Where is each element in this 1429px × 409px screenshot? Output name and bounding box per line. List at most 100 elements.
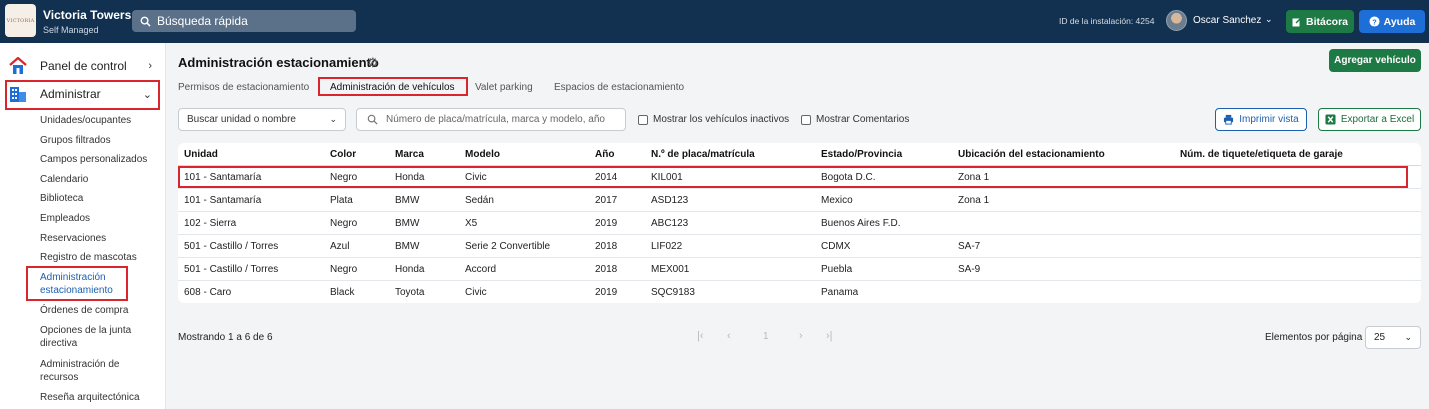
cell-plate: SQC9183 <box>651 287 695 298</box>
table-row[interactable]: 501 - Castillo / Torres Negro Honda Acco… <box>178 258 1421 281</box>
print-view-button[interactable]: Imprimir vista <box>1215 108 1307 131</box>
tab-permisos[interactable]: Permisos de estacionamiento <box>178 82 309 93</box>
bitacora-button[interactable]: Bitácora <box>1286 10 1354 33</box>
cell-make: Toyota <box>395 287 425 298</box>
column-header[interactable]: Marca <box>395 149 424 160</box>
cell-state: Mexico <box>821 195 853 206</box>
cell-year: 2017 <box>595 195 618 206</box>
table-row[interactable]: 608 - Caro Black Toyota Civic 2019 SQC91… <box>178 281 1421 303</box>
results-count: Mostrando 1 a 6 de 6 <box>178 332 273 343</box>
page-number[interactable]: 1 <box>763 331 769 342</box>
sidebar-item-campos[interactable]: Campos personalizados <box>40 153 160 166</box>
user-name[interactable]: Oscar Sanchez <box>1193 15 1261 26</box>
brand: Victoria Towers Self Managed <box>43 8 131 35</box>
cell-color: Black <box>330 287 355 298</box>
cell-year: 2019 <box>595 218 618 229</box>
first-page-icon[interactable]: |‹ <box>697 330 704 342</box>
app-name: Victoria Towers <box>43 8 132 22</box>
tab-valet[interactable]: Valet parking <box>475 82 533 93</box>
cell-model: Civic <box>465 287 487 298</box>
sidebar-item-mascotas[interactable]: Registro de mascotas <box>40 251 160 264</box>
column-header[interactable]: N.º de placa/matrícula <box>651 149 755 160</box>
cell-location: Zona 1 <box>958 195 990 206</box>
next-page-icon[interactable]: › <box>799 330 803 342</box>
prev-page-icon[interactable]: ‹ <box>727 330 731 342</box>
sidebar-item-panel[interactable]: Panel de control › <box>8 53 158 79</box>
gear-icon[interactable]: ⚙ <box>367 55 379 71</box>
cell-model: X5 <box>465 218 478 229</box>
cell-make: BMW <box>395 195 420 206</box>
sidebar-item-unidades[interactable]: Unidades/ocupantes <box>40 114 160 127</box>
sidebar-item-reservaciones[interactable]: Reservaciones <box>40 232 160 245</box>
home-icon <box>8 57 28 75</box>
table-header-row: Unidad Color Marca Modelo Año N.º de pla… <box>178 143 1421 166</box>
show-inactive-checkbox[interactable]: Mostrar los vehículos inactivos <box>638 114 789 125</box>
cell-plate: ABC123 <box>651 218 689 229</box>
cell-location: SA-7 <box>958 241 981 252</box>
cell-unit: 501 - Castillo / Torres <box>184 264 279 275</box>
installation-id: ID de la instalación: 4254 <box>1059 16 1155 26</box>
cell-unit: 608 - Caro <box>184 287 232 298</box>
sidebar-item-recursos[interactable]: Administración de recursos <box>40 358 140 384</box>
chevron-down-icon: ⌄ <box>1404 332 1412 342</box>
cell-state: CDMX <box>821 241 851 252</box>
cell-year: 2019 <box>595 287 618 298</box>
column-header[interactable]: Año <box>595 149 614 160</box>
column-header[interactable]: Núm. de tiquete/etiqueta de garaje <box>1180 149 1343 160</box>
plate-search-input[interactable]: Número de placa/matrícula, marca y model… <box>356 108 626 131</box>
cell-model: Serie 2 Convertible <box>465 241 551 252</box>
help-label: Ayuda <box>1383 15 1416 28</box>
cell-plate: ASD123 <box>651 195 689 206</box>
logo-text: VICTORIA <box>6 17 35 24</box>
sidebar-panel-label: Panel de control <box>40 59 127 73</box>
sidebar-item-ordenes[interactable]: Órdenes de compra <box>40 304 160 317</box>
column-header[interactable]: Modelo <box>465 149 500 160</box>
table-row[interactable]: 501 - Castillo / Torres Azul BMW Serie 2… <box>178 235 1421 258</box>
app-subtitle: Self Managed <box>43 25 99 35</box>
edit-icon <box>1292 17 1302 26</box>
sidebar-item-grupos[interactable]: Grupos filtrados <box>40 134 160 147</box>
tab-espacios[interactable]: Espacios de estacionamiento <box>554 82 684 93</box>
bitacora-label: Bitácora <box>1305 15 1348 28</box>
quick-search-input[interactable]: Búsqueda rápida <box>132 10 356 32</box>
avatar[interactable] <box>1166 10 1187 31</box>
sidebar-item-empleados[interactable]: Empleados <box>40 212 160 225</box>
cell-state: Buenos Aires F.D. <box>821 218 901 229</box>
chevron-down-icon: ⌄ <box>329 114 337 124</box>
sidebar-item-calendario[interactable]: Calendario <box>40 173 160 186</box>
cell-color: Plata <box>330 195 353 206</box>
help-button[interactable]: ? Ayuda <box>1359 10 1425 33</box>
sidebar-item-junta[interactable]: Opciones de la junta directiva <box>40 324 140 350</box>
table-row[interactable]: 102 - Sierra Negro BMW X5 2019 ABC123 Bu… <box>178 212 1421 235</box>
export-excel-button[interactable]: Exportar a Excel <box>1318 108 1421 131</box>
sidebar-item-resena[interactable]: Reseña arquitectónica <box>40 391 160 404</box>
table-row[interactable]: 101 - Santamaría Plata BMW Sedán 2017 AS… <box>178 189 1421 212</box>
column-header[interactable]: Ubicación del estacionamiento <box>958 149 1105 160</box>
per-page-value: 25 <box>1374 332 1386 343</box>
last-page-icon[interactable]: ›| <box>826 330 833 342</box>
cell-year: 2018 <box>595 264 618 275</box>
cell-state: Panama <box>821 287 859 298</box>
add-vehicle-button[interactable]: Agregar vehículo <box>1329 49 1421 72</box>
svg-text:?: ? <box>1372 17 1377 26</box>
highlight-row <box>178 166 1408 188</box>
per-page-label: Elementos por página <box>1265 332 1363 343</box>
show-comments-checkbox[interactable]: Mostrar Comentarios <box>801 114 909 125</box>
column-header[interactable]: Unidad <box>184 149 218 160</box>
column-header[interactable]: Estado/Provincia <box>821 149 902 160</box>
show-inactive-label: Mostrar los vehículos inactivos <box>653 114 790 125</box>
unit-select[interactable]: Buscar unidad o nombre ⌄ <box>178 108 346 131</box>
checkbox-box[interactable] <box>801 114 811 125</box>
print-icon <box>1224 114 1234 125</box>
app-logo[interactable]: VICTORIA <box>5 4 36 37</box>
cell-unit: 101 - Santamaría <box>184 195 262 206</box>
page-title: Administración estacionamiento <box>178 55 379 70</box>
chevron-down-icon[interactable]: ⌄ <box>1265 14 1273 25</box>
checkbox-box[interactable] <box>638 114 648 125</box>
per-page-select[interactable]: 25 ⌄ <box>1365 326 1421 349</box>
column-header[interactable]: Color <box>330 149 356 160</box>
sidebar-item-biblioteca[interactable]: Biblioteca <box>40 192 160 205</box>
cell-model: Accord <box>465 264 497 275</box>
top-bar: VICTORIA Victoria Towers Self Managed Bú… <box>0 0 1429 43</box>
plate-search-placeholder: Número de placa/matrícula, marca y model… <box>386 114 605 125</box>
